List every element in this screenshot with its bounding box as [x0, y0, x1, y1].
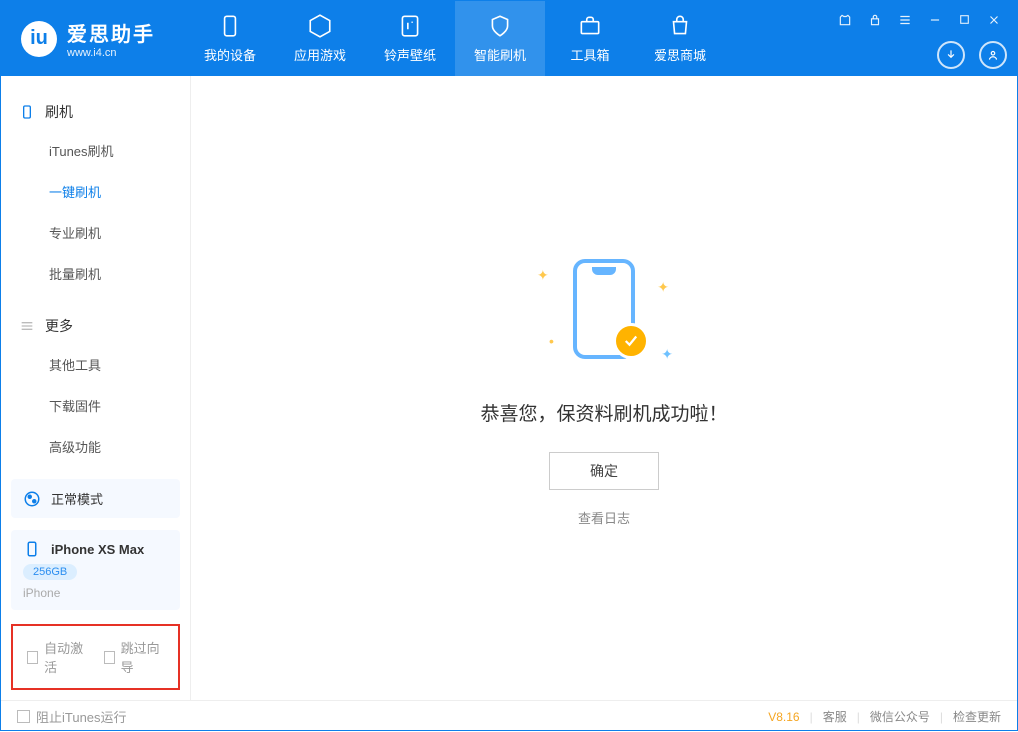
main-content: ✦✦•✦ 恭喜您，保资料刷机成功啦！ 确定 查看日志 [191, 76, 1017, 700]
menu-icon[interactable] [892, 9, 918, 31]
footer-wechat-link[interactable]: 微信公众号 [870, 708, 930, 725]
sidebar-item-download-firmware[interactable]: 下载固件 [1, 385, 190, 426]
device-name: iPhone XS Max [51, 542, 144, 557]
success-message: 恭喜您，保资料刷机成功啦！ [480, 399, 727, 426]
header: iu 爱思助手 www.i4.cn 我的设备 应用游戏 铃声壁纸 智能刷机 工具… [1, 1, 1017, 76]
nav-label: 应用游戏 [294, 45, 346, 64]
user-icon[interactable] [979, 41, 1007, 69]
nav-store[interactable]: 爱思商城 [635, 1, 725, 76]
nav-label: 我的设备 [204, 45, 256, 64]
nav-my-device[interactable]: 我的设备 [185, 1, 275, 76]
version-label: V8.16 [768, 710, 799, 724]
view-log-link[interactable]: 查看日志 [578, 508, 630, 527]
maximize-icon[interactable] [952, 9, 977, 31]
footer-update-link[interactable]: 检查更新 [953, 708, 1001, 725]
lock-icon[interactable] [862, 9, 888, 31]
footer: 阻止iTunes运行 V8.16 | 客服 | 微信公众号 | 检查更新 [1, 700, 1017, 732]
logo-area: iu 爱思助手 www.i4.cn [21, 18, 155, 59]
skin-icon[interactable] [832, 9, 858, 31]
device-info-box[interactable]: iPhone XS Max 256GB iPhone [11, 530, 180, 610]
skip-guide-checkbox[interactable]: 跳过向导 [104, 638, 165, 676]
device-mode-label: 正常模式 [51, 489, 103, 508]
nav-ringtones[interactable]: 铃声壁纸 [365, 1, 455, 76]
sidebar-item-onekey-flash[interactable]: 一键刷机 [1, 171, 190, 212]
device-mode-box[interactable]: 正常模式 [11, 479, 180, 518]
nav-label: 工具箱 [570, 45, 609, 64]
device-storage-badge: 256GB [23, 564, 77, 580]
app-title: 爱思助手 [67, 18, 155, 47]
sidebar-item-pro-flash[interactable]: 专业刷机 [1, 212, 190, 253]
flash-options-row: 自动激活 跳过向导 [11, 624, 180, 690]
footer-support-link[interactable]: 客服 [823, 708, 847, 725]
ok-button[interactable]: 确定 [549, 452, 659, 490]
sidebar-item-other-tools[interactable]: 其他工具 [1, 344, 190, 385]
device-type: iPhone [23, 586, 60, 600]
nav-smart-flash[interactable]: 智能刷机 [455, 1, 545, 76]
nav-apps-games[interactable]: 应用游戏 [275, 1, 365, 76]
auto-activate-checkbox[interactable]: 自动激活 [27, 638, 88, 676]
nav-label: 爱思商城 [654, 45, 706, 64]
close-icon[interactable] [981, 9, 1007, 31]
nav-label: 智能刷机 [474, 45, 526, 64]
nav-toolbox[interactable]: 工具箱 [545, 1, 635, 76]
sidebar-item-advanced[interactable]: 高级功能 [1, 426, 190, 467]
sidebar-section-flash: 刷机 [1, 94, 190, 130]
minimize-icon[interactable] [922, 9, 948, 31]
download-icon[interactable] [937, 41, 965, 69]
stop-itunes-checkbox[interactable]: 阻止iTunes运行 [17, 707, 127, 726]
nav-tabs: 我的设备 应用游戏 铃声壁纸 智能刷机 工具箱 爱思商城 [185, 1, 725, 76]
app-subtitle: www.i4.cn [67, 47, 155, 59]
nav-label: 铃声壁纸 [384, 45, 436, 64]
sidebar-item-batch-flash[interactable]: 批量刷机 [1, 253, 190, 294]
sidebar-section-more: 更多 [1, 308, 190, 344]
success-illustration: ✦✦•✦ [529, 249, 679, 369]
logo-icon: iu [21, 21, 57, 57]
sidebar-item-itunes-flash[interactable]: iTunes刷机 [1, 130, 190, 171]
check-badge-icon [613, 323, 649, 359]
sidebar: 刷机 iTunes刷机 一键刷机 专业刷机 批量刷机 更多 其他工具 下载固件 … [1, 76, 191, 700]
